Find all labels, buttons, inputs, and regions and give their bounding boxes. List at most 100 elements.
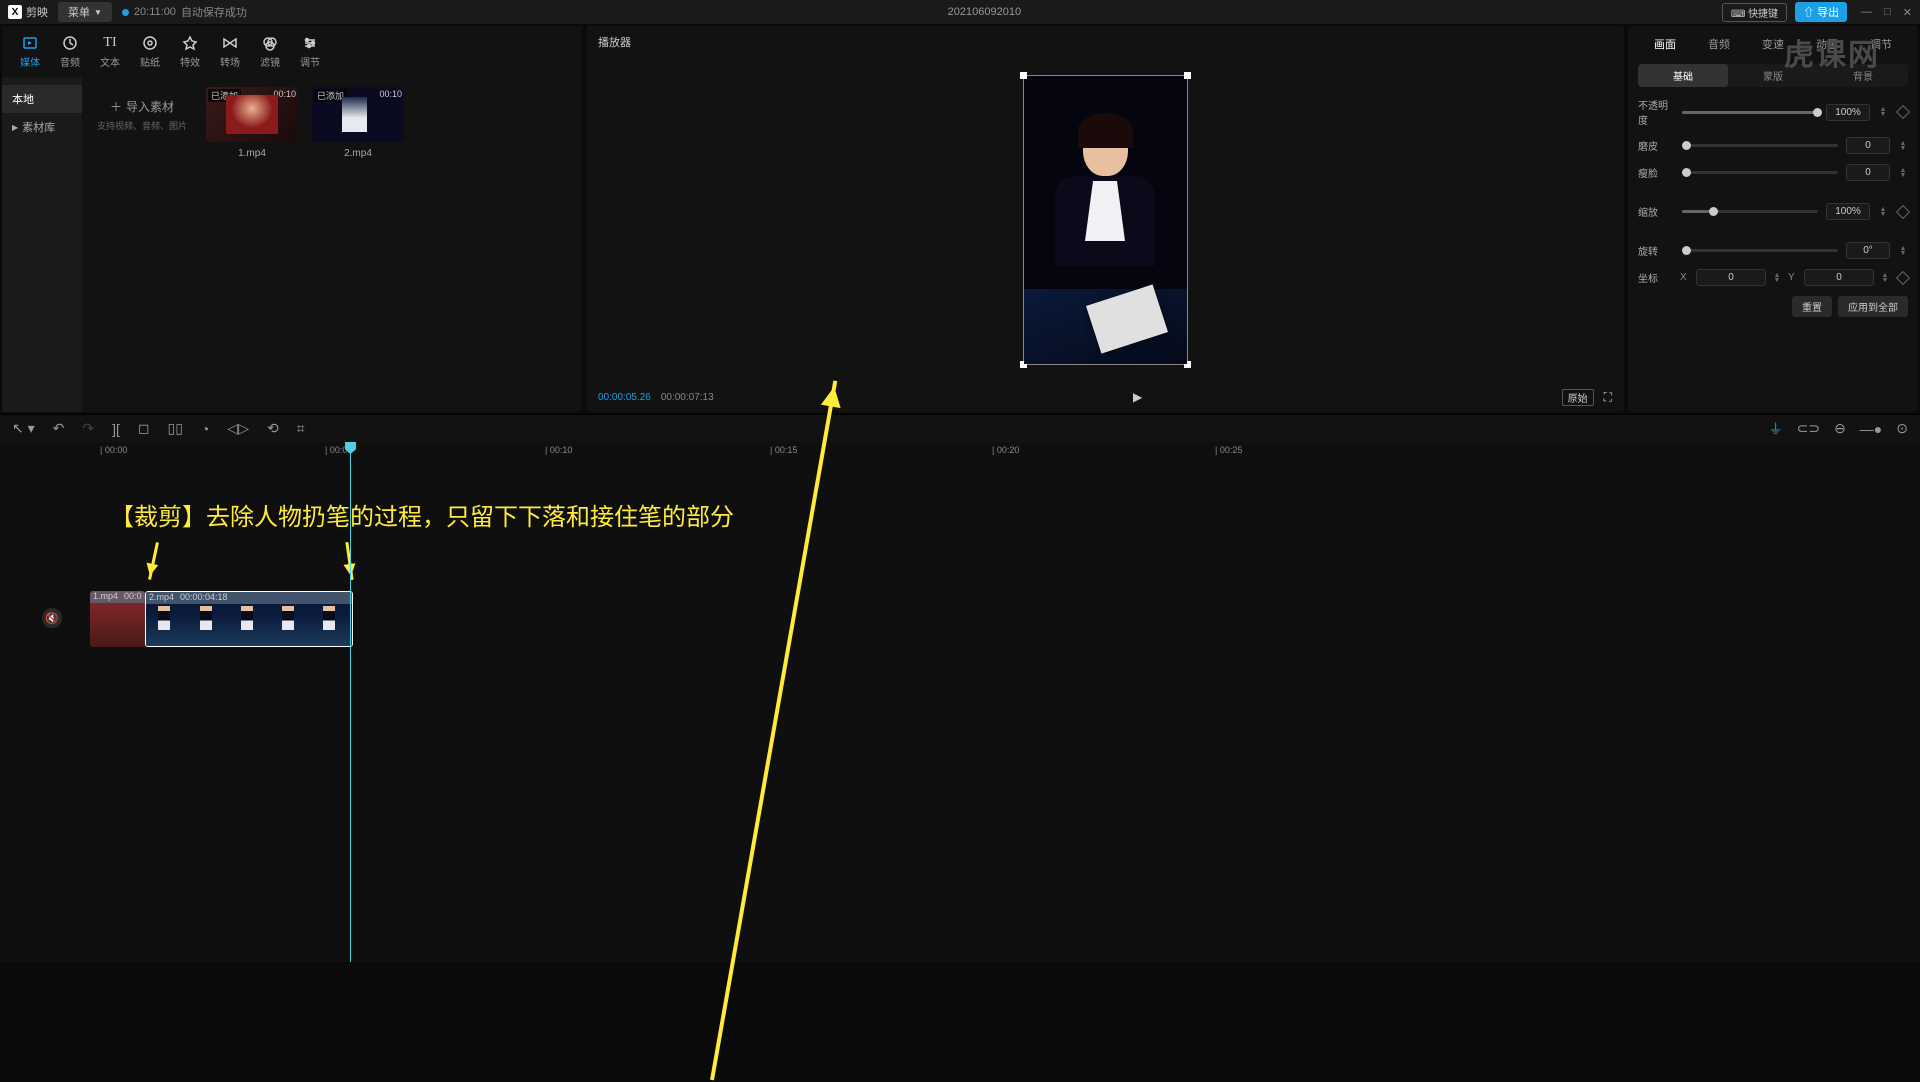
coord-x-input[interactable]: 0	[1696, 269, 1766, 286]
minimize-icon[interactable]: —	[1861, 6, 1872, 19]
reset-button[interactable]: 重置	[1792, 296, 1832, 317]
scale-input[interactable]: 100%	[1826, 203, 1870, 220]
play-button[interactable]: ▶	[1133, 390, 1142, 404]
player-controls: 00:00:05.26 00:00:07:13 ▶ 原始 ⛶	[586, 382, 1624, 412]
ratio-button[interactable]: 原始	[1562, 389, 1594, 406]
audio-icon	[62, 35, 78, 51]
media-item[interactable]: 已添加00:10 2.mp4	[312, 87, 404, 159]
tab-picture[interactable]: 画面	[1638, 32, 1692, 56]
crop-icon[interactable]: ⌗	[297, 420, 305, 437]
zoom-slider[interactable]: —●	[1860, 421, 1882, 437]
source-library[interactable]: ▶素材库	[2, 113, 82, 141]
tab-audio[interactable]: 音频	[50, 30, 90, 73]
stepper-icon[interactable]: ▲▼	[1878, 207, 1888, 217]
stepper-icon[interactable]: ▲▼	[1878, 107, 1888, 117]
resize-handle[interactable]	[1020, 72, 1027, 79]
chevron-down-icon: ▼	[94, 8, 102, 17]
select-tool-icon[interactable]: ↖ ▾	[12, 420, 35, 437]
timeline-ruler[interactable]: | 00:00 | 00:05 | 00:10 | 00:15 | 00:20 …	[0, 442, 1920, 460]
stepper-icon[interactable]: ▲▼	[1898, 141, 1908, 151]
titlebar: X 剪映 菜单▼ 20:11:00 自动保存成功 202106092010 ⌨ …	[0, 0, 1920, 24]
property-tabs: 画面 音频 变速 动画 调节	[1638, 32, 1908, 56]
keyframe-icon[interactable]	[1896, 204, 1910, 218]
stepper-icon[interactable]: ▲▼	[1898, 246, 1908, 256]
rotate-icon[interactable]: ⟲	[267, 420, 279, 437]
app-name: 剪映	[26, 4, 48, 20]
timeline-clip-selected[interactable]: 2.mp400:00:04:18	[145, 591, 353, 647]
tab-sticker[interactable]: 贴纸	[130, 30, 170, 73]
video-frame[interactable]	[1023, 75, 1188, 365]
tab-filter[interactable]: 滤镜	[250, 30, 290, 73]
fullscreen-icon[interactable]: ⛶	[1604, 390, 1612, 405]
tab-adjust[interactable]: 调节	[290, 30, 330, 73]
timeline-clip[interactable]: 1.mp400:0	[90, 591, 145, 647]
split-icon[interactable]: ]​[	[112, 421, 120, 437]
subtab-bg[interactable]: 背景	[1818, 64, 1908, 87]
adjust-icon	[302, 35, 318, 51]
skin-input[interactable]: 0	[1846, 137, 1890, 154]
timeline[interactable]: | 00:00 | 00:05 | 00:10 | 00:15 | 00:20 …	[0, 442, 1920, 962]
keyframe-icon[interactable]	[1896, 270, 1910, 284]
project-title: 202106092010	[257, 6, 1712, 18]
close-icon[interactable]: ✕	[1903, 6, 1912, 19]
opacity-slider[interactable]	[1682, 111, 1818, 114]
tab-anim[interactable]: 动画	[1800, 32, 1854, 56]
keyframe-icon[interactable]	[1896, 105, 1910, 119]
magnet-icon[interactable]: ⏚	[1769, 419, 1783, 439]
crop-right-icon[interactable]: ▯▯	[168, 420, 183, 437]
playhead[interactable]	[350, 442, 351, 962]
face-input[interactable]: 0	[1846, 164, 1890, 181]
properties-panel: 画面 音频 变速 动画 调节 基础 蒙版 背景 不透明度 100% ▲▼ 磨皮 …	[1628, 26, 1918, 412]
apply-all-button[interactable]: 应用到全部	[1838, 296, 1908, 317]
tab-audio-prop[interactable]: 音频	[1692, 32, 1746, 56]
media-grid: ＋ 导入素材 支持视频、音频、图片 已添加00:10 1.mp4 已添加00:1…	[82, 77, 582, 412]
opacity-input[interactable]: 100%	[1826, 104, 1870, 121]
tab-media[interactable]: 媒体	[10, 30, 50, 73]
video-track[interactable]: 1.mp400:0 2.mp400:00:04:18	[90, 590, 1920, 648]
tool-tabs: 媒体 音频 TI文本 贴纸 特效 转场 滤镜 调节	[2, 26, 582, 77]
stepper-icon[interactable]: ▲▼	[1880, 273, 1890, 283]
coord-y-input[interactable]: 0	[1804, 269, 1874, 286]
maximize-icon[interactable]: □	[1884, 6, 1891, 19]
source-local[interactable]: 本地	[2, 85, 82, 113]
tab-transition[interactable]: 转场	[210, 30, 250, 73]
skin-slider[interactable]	[1682, 144, 1838, 147]
timecode-total: 00:00:07:13	[661, 392, 714, 403]
export-button[interactable]: ⇧ 导出	[1795, 2, 1847, 22]
tab-color[interactable]: 调节	[1854, 32, 1908, 56]
player-panel: 播放器 00:00:05.26 00:00:07:13 ▶ 原始 ⛶	[586, 26, 1624, 412]
player-viewport[interactable]	[586, 58, 1624, 382]
tab-speed[interactable]: 变速	[1746, 32, 1800, 56]
chevron-right-icon: ▶	[12, 123, 18, 132]
menu-button[interactable]: 菜单▼	[58, 2, 112, 22]
subtab-basic[interactable]: 基础	[1638, 64, 1728, 87]
resize-handle[interactable]	[1184, 72, 1191, 79]
shortcut-button[interactable]: ⌨ 快捷键	[1722, 3, 1787, 22]
scale-slider[interactable]	[1682, 210, 1818, 213]
media-item[interactable]: 已添加00:10 1.mp4	[206, 87, 298, 159]
undo-icon[interactable]: ↶	[53, 420, 65, 437]
media-source-sidebar: 本地 ▶素材库	[2, 77, 82, 412]
zoom-out-icon[interactable]: ⊖	[1834, 420, 1846, 437]
crop-left-icon[interactable]: ◻	[138, 420, 150, 437]
link-icon[interactable]: ⊂⊃	[1797, 420, 1820, 437]
status-dot-icon	[122, 9, 129, 16]
face-slider[interactable]	[1682, 171, 1838, 174]
prop-opacity: 不透明度 100% ▲▼	[1638, 97, 1908, 127]
zoom-fit-icon[interactable]: ⊙	[1896, 420, 1908, 437]
speed-icon[interactable]: ◔	[201, 421, 209, 437]
tab-effect[interactable]: 特效	[170, 30, 210, 73]
subtab-mask[interactable]: 蒙版	[1728, 64, 1818, 87]
annotation-arrow-icon	[148, 542, 159, 580]
text-icon: TI	[90, 34, 130, 52]
transition-icon	[222, 35, 238, 51]
rotate-slider[interactable]	[1682, 249, 1838, 252]
redo-icon[interactable]: ↷	[82, 420, 94, 437]
import-media-button[interactable]: ＋ 导入素材 支持视频、音频、图片	[92, 87, 192, 142]
stepper-icon[interactable]: ▲▼	[1772, 273, 1782, 283]
mute-track-button[interactable]: 🔇	[42, 608, 62, 628]
stepper-icon[interactable]: ▲▼	[1898, 168, 1908, 178]
mirror-icon[interactable]: ◁▷	[227, 420, 249, 437]
tab-text[interactable]: TI文本	[90, 30, 130, 73]
rotate-input[interactable]: 0°	[1846, 242, 1890, 259]
